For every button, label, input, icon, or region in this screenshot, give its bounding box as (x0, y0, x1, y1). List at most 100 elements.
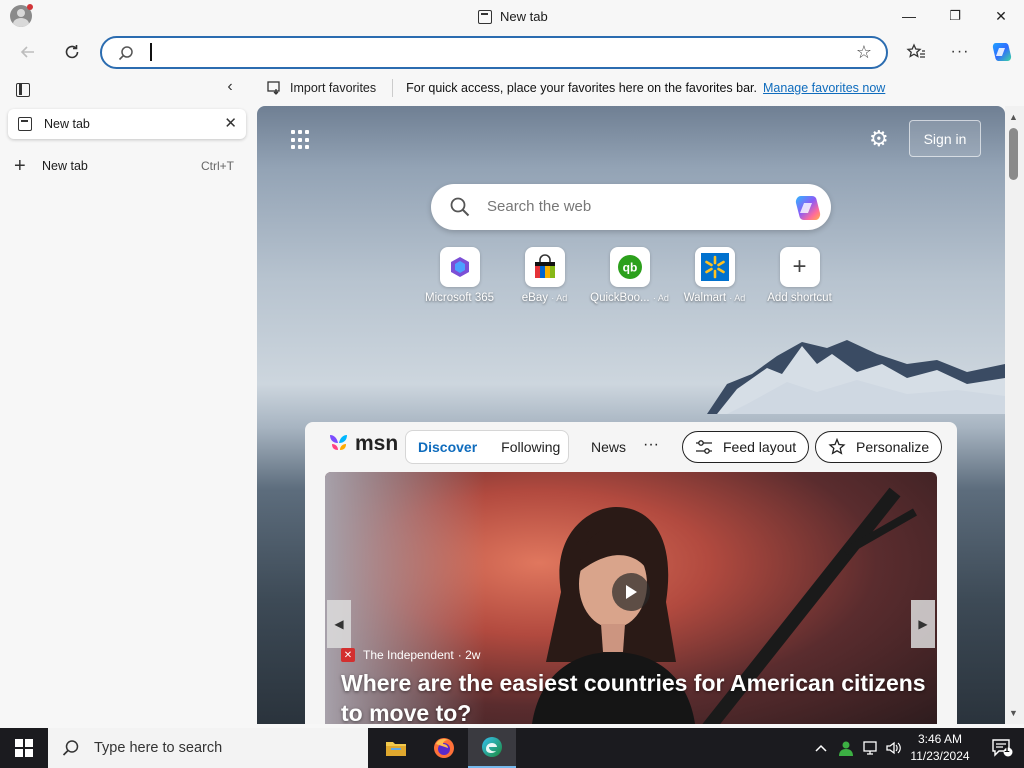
new-tab-label: New tab (42, 159, 88, 173)
maximize-button[interactable]: ❐ (932, 0, 978, 32)
address-input[interactable] (148, 43, 828, 63)
close-tab-button[interactable]: ✕ (224, 114, 237, 132)
page-scrollbar[interactable]: ▲ ▼ (1005, 106, 1024, 724)
clock-time: 3:46 AM (917, 732, 963, 746)
import-favorites-label: Import favorites (290, 81, 377, 95)
page-settings-gear-icon[interactable]: ⚙ (869, 126, 889, 152)
edge-icon (482, 737, 502, 757)
minimize-button[interactable]: — (886, 0, 932, 32)
hero-news-card[interactable]: ◀ ▶ ✕ The Independent · 2w Where are the… (325, 472, 937, 724)
start-button[interactable] (0, 728, 48, 768)
tab-item-new-tab[interactable]: New tab ✕ (8, 109, 246, 139)
import-icon (267, 81, 280, 95)
tab-label: New tab (44, 117, 90, 131)
chevron-up-icon (815, 744, 827, 752)
navigation-bar: ☆ ··· (0, 32, 1024, 72)
search-icon (118, 46, 133, 61)
shortcut-add[interactable]: + Add shortcut (757, 247, 842, 304)
volume-tray-icon[interactable] (885, 728, 903, 768)
shortcut-label: QuickBoo... · Ad (590, 292, 669, 304)
windows-taskbar: Type here to search 3:46 AM 11/23/2024 1 (0, 728, 1024, 768)
clock-date: 11/23/2024 (910, 749, 970, 763)
shortcut-name: Walmart (683, 292, 727, 304)
profile-notification-dot (27, 4, 33, 10)
action-center-button[interactable]: 1 (980, 728, 1024, 768)
scrollbar-thumb[interactable] (1009, 128, 1018, 180)
window-title-text: New tab (500, 9, 548, 24)
taskbar-search-placeholder: Type here to search (94, 740, 223, 756)
speaker-icon (886, 741, 901, 755)
feed-layout-label: Feed layout (723, 439, 797, 455)
taskbar-firefox[interactable] (420, 728, 468, 768)
close-window-button[interactable]: ✕ (978, 0, 1024, 32)
refresh-button[interactable] (56, 36, 88, 68)
msn-logo[interactable]: msn (327, 432, 398, 456)
microsoft-365-tile (439, 247, 480, 287)
new-tab-button[interactable]: + New tab Ctrl+T (14, 155, 234, 177)
search-icon (62, 740, 79, 756)
favorites-button[interactable] (900, 36, 932, 68)
back-button[interactable] (12, 36, 44, 68)
collapse-pane-button[interactable]: ‹ (220, 78, 240, 100)
firefox-icon (434, 738, 454, 758)
system-clock[interactable]: 3:46 AM 11/23/2024 (904, 731, 976, 765)
shortcut-ebay[interactable]: eBay · Ad (502, 247, 587, 304)
tab-news[interactable]: News (591, 439, 626, 455)
source-name: The Independent (363, 648, 454, 662)
personalize-button[interactable]: Personalize (815, 431, 943, 463)
ad-tag: · Ad (551, 293, 568, 303)
ebay-tile (524, 247, 565, 287)
previous-slide-button[interactable]: ◀ (327, 600, 351, 648)
quickbooks-tile: qb (609, 247, 650, 287)
refresh-icon (65, 45, 79, 59)
new-tab-shortcut: Ctrl+T (201, 159, 234, 173)
feed-tabs: Discover Following (405, 430, 569, 464)
people-tray-icon[interactable] (838, 728, 856, 768)
network-icon (863, 741, 877, 755)
new-tab-page: ⚙ Sign in Search the web Microsoft 365 e… (257, 106, 1005, 724)
network-tray-icon[interactable] (862, 728, 880, 768)
window-title: New tab (478, 9, 548, 24)
tab-discover[interactable]: Discover (406, 439, 489, 455)
scroll-down-arrow-icon[interactable]: ▼ (1009, 708, 1018, 718)
favorites-divider (392, 79, 394, 97)
walmart-spark-icon (700, 253, 729, 281)
favorite-star-icon[interactable]: ☆ (856, 42, 872, 63)
tab-page-icon (18, 117, 32, 131)
copilot-button[interactable] (986, 36, 1018, 68)
feed-layout-button[interactable]: Feed layout (682, 431, 810, 463)
web-search-box[interactable]: Search the web (431, 184, 831, 230)
more-categories-button[interactable]: ··· (643, 436, 659, 454)
title-bar: New tab — ❐ ✕ (0, 0, 1024, 32)
next-slide-button[interactable]: ▶ (911, 600, 935, 648)
quick-links: Microsoft 365 eBay · Ad qb QuickBoo... ·… (417, 247, 842, 304)
taskbar-file-explorer[interactable] (372, 728, 420, 768)
manage-favorites-link[interactable]: Manage favorites now (763, 81, 885, 95)
tab-actions-icon[interactable] (16, 83, 30, 97)
shortcut-label: Microsoft 365 (425, 292, 494, 304)
plus-icon: + (792, 253, 807, 280)
shortcut-quickbooks[interactable]: qb QuickBoo... · Ad (587, 247, 672, 304)
taskbar-search-box[interactable]: Type here to search (48, 728, 368, 768)
show-hidden-icons-button[interactable] (814, 728, 828, 768)
address-bar[interactable]: ☆ (100, 36, 888, 69)
tab-following[interactable]: Following (489, 439, 572, 455)
windows-logo-icon (15, 739, 33, 757)
shortcut-walmart[interactable]: Walmart · Ad (672, 247, 757, 304)
shortcut-label: Add shortcut (767, 292, 832, 304)
import-favorites-button[interactable]: Import favorites (267, 81, 376, 95)
settings-more-button[interactable]: ··· (944, 36, 976, 68)
sign-in-button[interactable]: Sign in (909, 120, 981, 157)
user-network-icon (839, 741, 853, 756)
taskbar-edge[interactable] (468, 728, 516, 768)
shortcut-name: Microsoft 365 (424, 292, 495, 304)
scroll-up-arrow-icon[interactable]: ▲ (1009, 112, 1018, 122)
shortcut-name: Add shortcut (767, 292, 832, 304)
article-headline[interactable]: Where are the easiest countries for Amer… (341, 668, 931, 724)
ebay-bag-icon (534, 254, 555, 278)
app-launcher-icon[interactable] (291, 130, 311, 150)
play-video-button[interactable] (612, 573, 650, 611)
shortcut-microsoft-365[interactable]: Microsoft 365 (417, 247, 502, 304)
back-arrow-icon (20, 46, 34, 58)
copilot-icon[interactable] (793, 193, 823, 223)
